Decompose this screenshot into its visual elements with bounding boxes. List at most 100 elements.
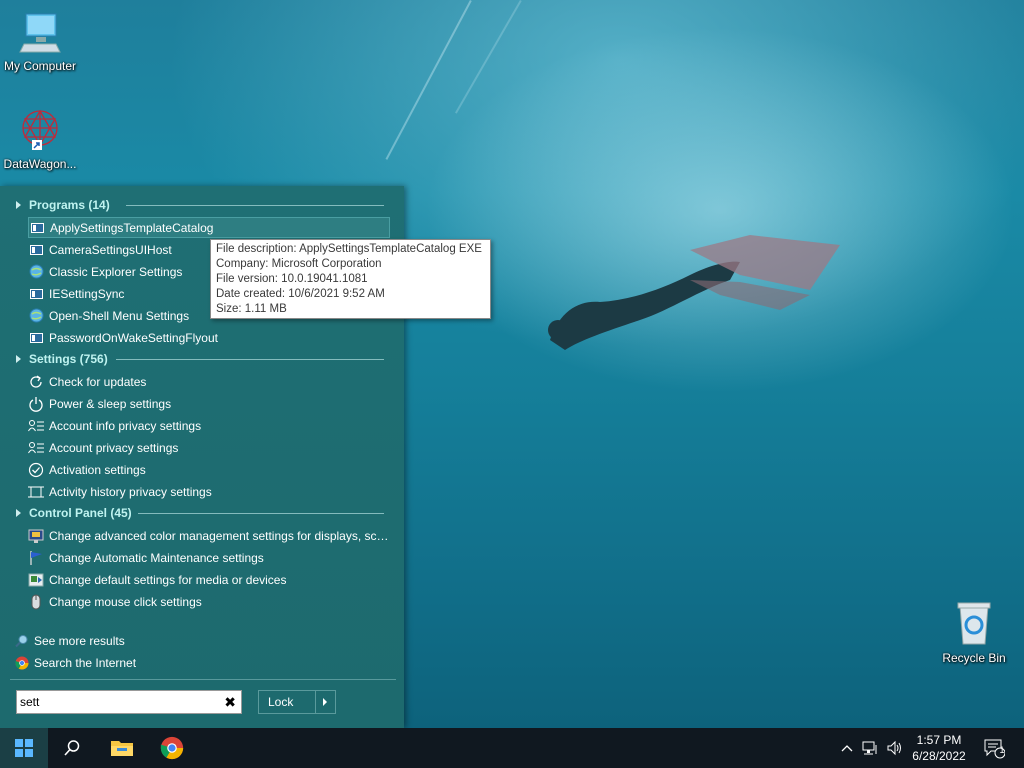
search-internet-link[interactable]: Search the Internet bbox=[14, 653, 136, 673]
item-label: Account privacy settings bbox=[49, 440, 179, 455]
network-button[interactable] bbox=[860, 728, 882, 768]
flag-icon bbox=[28, 550, 44, 566]
item-label: Open-Shell Menu Settings bbox=[49, 308, 190, 323]
program-item-camerasettingsuihost[interactable]: CameraSettingsUIHost bbox=[28, 239, 208, 260]
activity-history-icon bbox=[28, 484, 44, 500]
autoplay-icon bbox=[28, 572, 44, 588]
item-label: Change Automatic Maintenance settings bbox=[49, 550, 264, 565]
start-search-input[interactable] bbox=[20, 694, 216, 710]
chrome-icon bbox=[160, 736, 184, 760]
control-panel-item-default-media-devices[interactable]: Change default settings for media or dev… bbox=[28, 569, 390, 590]
program-item-applysettingstemplatecatalog[interactable]: ApplySettingsTemplateCatalog bbox=[28, 217, 390, 238]
taskbar-file-explorer[interactable] bbox=[98, 728, 146, 768]
tooltip-line: File description: ApplySettingsTemplateC… bbox=[216, 243, 482, 255]
item-label: Change mouse click settings bbox=[49, 594, 202, 609]
control-panel-item-automatic-maintenance[interactable]: Change Automatic Maintenance settings bbox=[28, 547, 390, 568]
expand-arrow-icon bbox=[16, 201, 21, 209]
chevron-up-icon bbox=[841, 745, 853, 752]
settings-item-power-sleep[interactable]: Power & sleep settings bbox=[28, 393, 390, 414]
windows-logo-icon bbox=[15, 739, 33, 757]
item-label: Classic Explorer Settings bbox=[49, 264, 183, 279]
chevron-right-icon bbox=[323, 698, 328, 706]
search-icon bbox=[14, 633, 30, 649]
power-icon bbox=[28, 396, 44, 412]
item-label: PasswordOnWakeSettingFlyout bbox=[49, 330, 218, 345]
action-center-button[interactable]: 1 bbox=[980, 728, 1008, 768]
control-panel-item-color-management[interactable]: Change advanced color management setting… bbox=[28, 525, 390, 546]
section-title: Programs (14) bbox=[29, 198, 110, 212]
taskbar-search-button[interactable] bbox=[48, 728, 96, 768]
bottom-divider bbox=[10, 679, 396, 680]
program-item-open-shell-menu-settings[interactable]: Open-Shell Menu Settings bbox=[28, 305, 208, 326]
section-divider bbox=[126, 205, 384, 206]
program-item-classic-explorer-settings[interactable]: Classic Explorer Settings bbox=[28, 261, 208, 282]
expand-arrow-icon bbox=[16, 355, 21, 363]
section-title: Settings (756) bbox=[29, 352, 108, 366]
settings-item-check-for-updates[interactable]: Check for updates bbox=[28, 371, 390, 392]
section-header-settings[interactable]: Settings (756) bbox=[16, 349, 386, 369]
lock-options-arrow[interactable] bbox=[314, 691, 335, 713]
desktop-icon-recycle-bin[interactable]: Recycle Bin bbox=[934, 600, 1014, 665]
chrome-icon bbox=[14, 655, 30, 671]
desktop-icon-label: My Computer bbox=[3, 59, 77, 73]
check-circle-icon bbox=[28, 462, 44, 478]
recycle-bin-icon bbox=[934, 600, 1014, 649]
item-label: Activity history privacy settings bbox=[49, 484, 212, 499]
settings-item-activity-history[interactable]: Activity history privacy settings bbox=[28, 481, 390, 502]
app-window-icon bbox=[29, 220, 45, 236]
refresh-icon bbox=[28, 374, 44, 390]
clock-date: 6/28/2022 bbox=[912, 749, 966, 763]
desktop-icon-label: Recycle Bin bbox=[942, 651, 1006, 665]
search-icon bbox=[64, 740, 80, 756]
desktop-icon-label: DataWagon... bbox=[3, 157, 77, 171]
tooltip-line: Size: 1.11 MB bbox=[216, 303, 287, 315]
expand-arrow-icon bbox=[16, 509, 21, 517]
taskbar-clock[interactable]: 1:57 PM 6/28/2022 bbox=[900, 732, 978, 764]
tooltip-line: Date created: 10/6/2021 9:52 AM bbox=[216, 288, 385, 300]
section-divider bbox=[138, 513, 384, 514]
settings-item-account-privacy[interactable]: Account privacy settings bbox=[28, 437, 390, 458]
item-label: Check for updates bbox=[49, 374, 147, 389]
clear-search-icon[interactable]: ✖ bbox=[224, 694, 236, 710]
clock-time: 1:57 PM bbox=[916, 733, 962, 747]
item-label: Power & sleep settings bbox=[49, 396, 172, 411]
start-button[interactable] bbox=[0, 728, 48, 768]
program-item-iesettingsync[interactable]: IESettingSync bbox=[28, 283, 208, 304]
settings-item-account-info-privacy[interactable]: Account info privacy settings bbox=[28, 415, 390, 436]
item-label: Activation settings bbox=[49, 462, 146, 477]
link-label: See more results bbox=[34, 634, 125, 648]
file-info-tooltip: File description: ApplySettingsTemplateC… bbox=[210, 239, 491, 319]
item-label: Change default settings for media or dev… bbox=[49, 572, 287, 587]
datawagon-icon bbox=[0, 106, 80, 155]
color-management-icon bbox=[28, 528, 44, 544]
settings-item-activation[interactable]: Activation settings bbox=[28, 459, 390, 480]
desktop-icon-datawagon[interactable]: DataWagon... bbox=[0, 106, 80, 171]
swimmer-image bbox=[548, 235, 840, 350]
taskbar-chrome[interactable] bbox=[148, 728, 196, 768]
show-hidden-icons-button[interactable] bbox=[838, 728, 856, 768]
app-window-icon bbox=[28, 286, 44, 302]
section-header-programs[interactable]: Programs (14) bbox=[16, 195, 386, 215]
mouse-icon bbox=[28, 594, 44, 610]
lock-button[interactable]: Lock bbox=[258, 690, 336, 714]
control-panel-item-mouse-click[interactable]: Change mouse click settings bbox=[28, 591, 390, 612]
app-window-icon bbox=[28, 330, 44, 346]
program-item-passwordonwakesettingflyout[interactable]: PasswordOnWakeSettingFlyout bbox=[28, 327, 390, 348]
app-window-icon bbox=[28, 242, 44, 258]
item-label: Change advanced color management setting… bbox=[49, 528, 390, 543]
globe-icon bbox=[28, 264, 44, 280]
item-label: CameraSettingsUIHost bbox=[49, 242, 172, 257]
start-search-box[interactable]: ✖ bbox=[16, 690, 242, 714]
section-header-control-panel[interactable]: Control Panel (45) bbox=[16, 503, 386, 523]
desktop-icon-my-computer[interactable]: My Computer bbox=[0, 10, 80, 73]
folder-icon bbox=[111, 741, 133, 756]
item-label: ApplySettingsTemplateCatalog bbox=[50, 220, 214, 235]
account-list-icon bbox=[28, 418, 44, 434]
tooltip-line: File version: 10.0.19041.1081 bbox=[216, 273, 368, 285]
globe-icon bbox=[28, 308, 44, 324]
taskbar: 1:57 PM 6/28/2022 1 bbox=[0, 728, 1024, 768]
lock-label: Lock bbox=[268, 695, 294, 709]
item-label: Account info privacy settings bbox=[49, 418, 202, 433]
notification-count-badge: 1 bbox=[999, 745, 1005, 755]
see-more-results-link[interactable]: See more results bbox=[14, 631, 125, 651]
